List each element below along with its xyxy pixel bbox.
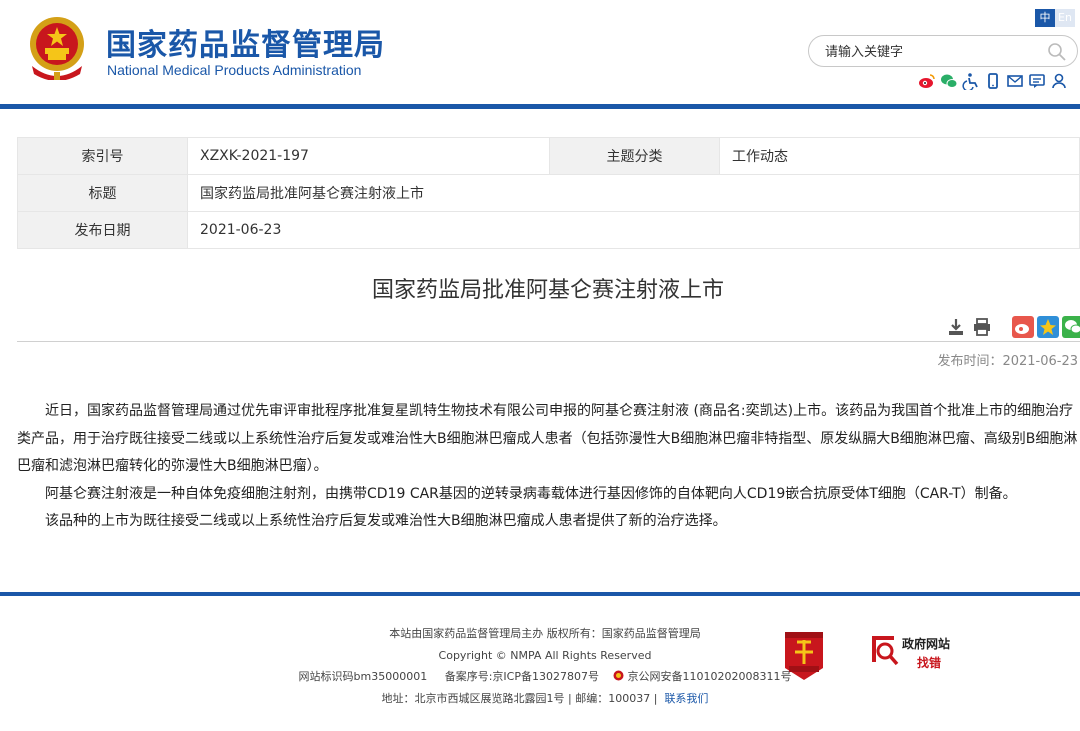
icp-record-link[interactable]: 备案序号:京ICP备13027807号 (445, 670, 599, 683)
index-value: XZXK-2021-197 (187, 137, 550, 175)
article-divider (17, 341, 1080, 342)
site-title-cn: 国家药品监督管理局 (106, 28, 385, 63)
table-row: 索引号 XZXK-2021-197 主题分类 工作动态 (17, 137, 1080, 175)
site-footer: 本站由国家药品监督管理局主办 版权所有：国家药品监督管理局 Copyright … (0, 596, 1080, 731)
gov-site-error-badge[interactable]: 政府网站 找错 (870, 632, 962, 672)
article-info-table: 索引号 XZXK-2021-197 主题分类 工作动态 标题 国家药监局批准阿基… (17, 137, 1080, 249)
publish-time: 发布时间：2021-06-23 (937, 354, 1078, 369)
police-badge-icon (613, 670, 624, 681)
article-paragraph: 该品种的上市为既往接受二线或以上系统性治疗后复发或难治性大B细胞淋巴瘤成人患者提… (45, 513, 727, 529)
site-header: 国家药品监督管理局 National Medical Products Admi… (0, 0, 1080, 104)
language-switch: 中 En (1035, 9, 1075, 27)
article-content: 近日，国家药品监督管理局通过优先审评审批程序批准复星凯特生物技术有限公司申报的阿… (17, 398, 1080, 536)
national-emblem-icon (30, 17, 84, 80)
date-label: 发布日期 (17, 211, 188, 249)
topic-label: 主题分类 (549, 137, 720, 175)
site-title-en: National Medical Products Administration (107, 62, 362, 78)
table-row: 标题 国家药监局批准阿基仑赛注射液上市 (17, 174, 1080, 212)
user-icon[interactable] (1050, 72, 1068, 90)
article-paragraph: 近日，国家药品监督管理局通过优先审评审批程序批准复星凯特生物技术有限公司申报的阿… (17, 403, 1078, 474)
download-icon[interactable] (946, 317, 966, 337)
article-paragraph: 阿基仑赛注射液是一种自体免疫细胞注射剂，由携带CD19 CAR基因的逆转录病毒载… (45, 485, 1017, 502)
site-id: 网站标识码bm35000001 (298, 670, 428, 683)
footer-text: 本站由国家药品监督管理局主办 版权所有：国家药品监督管理局 Copyright … (250, 623, 840, 709)
police-record-link[interactable]: 京公网安备11010202008311号 (627, 670, 791, 683)
topic-value: 工作动态 (719, 137, 1080, 175)
search-input[interactable] (825, 42, 1045, 62)
header-tools (918, 72, 1068, 92)
title-value: 国家药监局批准阿基仑赛注射液上市 (187, 174, 1080, 212)
lang-en-button[interactable]: En (1055, 9, 1075, 27)
footer-host: 本站由国家药品监督管理局主办 版权所有：国家药品监督管理局 (389, 627, 701, 640)
accessibility-icon[interactable] (962, 72, 980, 92)
header-divider (0, 104, 1080, 109)
footer-address: 地址：北京市西城区展览路北露园1号 | 邮编：100037 | (381, 691, 658, 705)
index-label: 索引号 (17, 137, 188, 175)
wechat-icon[interactable] (940, 72, 958, 90)
footer-copyright: Copyright © NMPA All Rights Reserved (438, 648, 652, 662)
mobile-icon[interactable] (984, 72, 1002, 90)
share-weibo-icon[interactable] (1012, 316, 1034, 338)
weibo-icon[interactable] (918, 72, 936, 90)
title-label: 标题 (17, 174, 188, 212)
footer-address-row: 地址：北京市西城区展览路北露园1号 | 邮编：100037 | 联系我们 (250, 688, 840, 710)
table-row: 发布日期 2021-06-23 (17, 211, 1080, 249)
contact-link[interactable]: 联系我们 (664, 692, 708, 705)
article-title: 国家药监局批准阿基仑赛注射液上市 (371, 278, 724, 303)
share-buttons (1012, 316, 1080, 338)
share-wechat-icon[interactable] (1062, 316, 1080, 338)
lang-zh-button[interactable]: 中 (1035, 9, 1055, 27)
message-icon[interactable] (1028, 72, 1046, 90)
article-tools (946, 316, 1080, 338)
magnifier-icon (872, 636, 899, 666)
print-icon[interactable] (972, 317, 992, 337)
search-icon[interactable] (1047, 42, 1067, 62)
gov-site-label: 政府网站 (902, 637, 951, 651)
find-error-label: 找错 (917, 656, 942, 670)
party-gov-badge-icon[interactable] (781, 626, 827, 682)
mail-icon[interactable] (1006, 72, 1024, 90)
share-qzone-icon[interactable] (1037, 316, 1059, 338)
search-box (808, 35, 1078, 67)
date-value: 2021-06-23 (187, 211, 1080, 249)
footer-records: 网站标识码bm35000001 备案序号:京ICP备13027807号 京公网安… (250, 666, 840, 688)
